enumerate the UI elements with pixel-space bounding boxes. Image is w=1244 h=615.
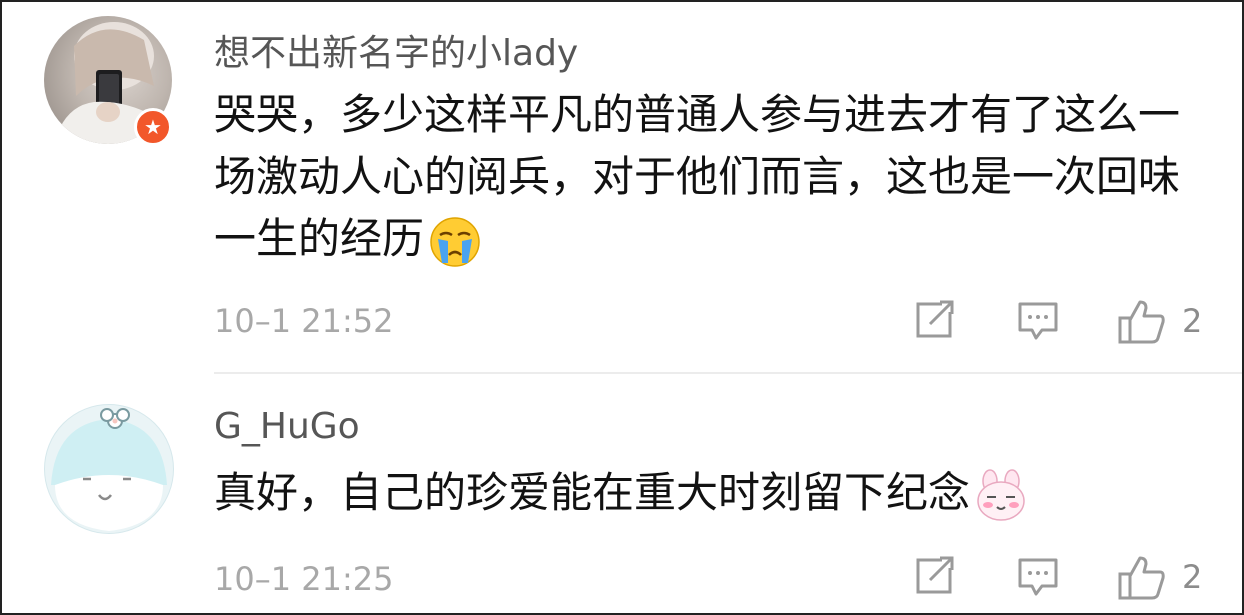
comment-text-body: 哭哭，多少这样平凡的普通人参与进去才有了这么一场激动人心的阅兵，对于他们而言，这… xyxy=(214,90,1181,263)
comment-item: ★ 想不出新名字的小lady 哭哭，多少这样平凡的普通人参与进去才有了这么一场激… xyxy=(2,2,1242,372)
like-button[interactable]: 2 xyxy=(1116,554,1226,602)
comment-icon xyxy=(1018,558,1058,596)
thumbs-up-icon xyxy=(1118,556,1165,600)
comment-actions: 2 xyxy=(912,554,1232,602)
bunny-face-emoji xyxy=(977,468,1025,521)
share-icon xyxy=(916,300,954,338)
comment-icon xyxy=(1018,302,1058,340)
avatar-cartoon xyxy=(51,408,167,531)
comment-time: 10–1 21:25 xyxy=(214,560,394,598)
avatar[interactable] xyxy=(44,404,174,534)
like-count: 2 xyxy=(1182,558,1203,596)
comment-actions: 2 xyxy=(912,298,1232,346)
comment-text: 真好，自己的珍爱能在重大时刻留下纪念 xyxy=(214,462,1214,524)
comment-text-body: 真好，自己的珍爱能在重大时刻留下纪念 xyxy=(214,468,971,517)
share-button[interactable] xyxy=(912,298,956,346)
comment-time: 10–1 21:52 xyxy=(214,302,394,340)
star-badge-icon: ★ xyxy=(134,108,172,146)
reply-button[interactable] xyxy=(1016,298,1060,346)
crying-face-emoji xyxy=(430,216,480,267)
thumbs-up-icon xyxy=(1118,300,1165,344)
reply-button[interactable] xyxy=(1016,554,1060,602)
comment-item: G_HuGo 真好，自己的珍爱能在重大时刻留下纪念 10–1 21:25 2 xyxy=(2,374,1242,613)
share-icon xyxy=(916,556,954,594)
username[interactable]: 想不出新名字的小lady xyxy=(214,24,578,76)
share-button[interactable] xyxy=(912,554,956,602)
like-button[interactable]: 2 xyxy=(1116,298,1226,346)
like-count: 2 xyxy=(1182,302,1203,340)
username[interactable]: G_HuGo xyxy=(214,406,360,447)
comment-text: 哭哭，多少这样平凡的普通人参与进去才有了这么一场激动人心的阅兵，对于他们而言，这… xyxy=(214,84,1214,270)
